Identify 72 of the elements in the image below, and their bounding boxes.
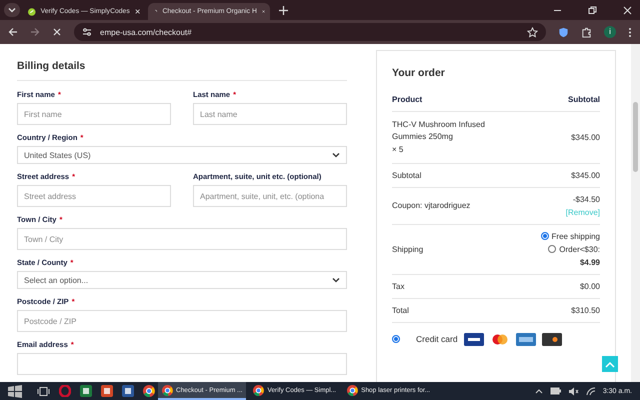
new-tab-icon[interactable]: [279, 6, 288, 14]
ring-icon[interactable]: [59, 385, 71, 397]
shipping-option: Free shipping: [552, 232, 600, 241]
product-quantity: × 5: [392, 144, 404, 156]
browser-icon: [162, 384, 173, 396]
browser-icon: [253, 384, 264, 396]
payment-method-label: Credit card: [416, 334, 458, 344]
product-name: THC-V Mushroom Infused Gummies 250mg: [392, 119, 486, 142]
scrollbar[interactable]: [631, 44, 640, 382]
restore-icon[interactable]: [588, 6, 597, 14]
section-heading: Your order: [392, 67, 446, 79]
input-field[interactable]: Town / City: [17, 228, 347, 250]
menu-icon[interactable]: [628, 26, 632, 38]
row-label: Coupon: vjtarodriguez: [392, 201, 470, 210]
dropdown-field[interactable]: United States (US): [17, 146, 347, 164]
battery-icon[interactable]: [550, 387, 561, 395]
close-icon[interactable]: [262, 8, 265, 15]
radio-button[interactable]: [392, 335, 400, 344]
amount: $345.00: [571, 170, 600, 180]
input-field[interactable]: [17, 353, 347, 375]
amount: $0.00: [580, 282, 600, 291]
chevron-up-icon[interactable]: [534, 388, 543, 394]
shield-icon[interactable]: [558, 26, 569, 38]
windows-logo-icon[interactable]: [8, 384, 22, 398]
tab-search-button[interactable]: [4, 3, 20, 17]
wifi-icon[interactable]: [586, 386, 596, 396]
input-field[interactable]: Last name: [193, 103, 347, 125]
shipping-option: Order<$30:: [559, 244, 600, 254]
payment-card-icon: [516, 332, 536, 346]
amount: $345.00: [571, 132, 600, 142]
address-bar[interactable]: empe-usa.com/checkout#: [74, 23, 546, 41]
radio-button[interactable]: [540, 232, 549, 240]
input-field[interactable]: Postcode / ZIP: [17, 310, 347, 332]
site-settings-icon[interactable]: [82, 27, 92, 37]
puzzle-icon[interactable]: [581, 26, 592, 38]
input-field[interactable]: First name: [17, 103, 171, 125]
app-icon[interactable]: [80, 385, 92, 397]
bookmark-star-icon[interactable]: [527, 26, 538, 38]
browser-icon[interactable]: [143, 385, 155, 397]
row-label: Total: [392, 306, 409, 315]
amount: $310.50: [571, 306, 600, 315]
stop-icon[interactable]: [52, 27, 62, 37]
profile-avatar[interactable]: i: [604, 26, 616, 38]
row-label: Tax: [392, 282, 404, 291]
shipping-price: $4.99: [580, 258, 600, 267]
close-icon[interactable]: [623, 6, 632, 14]
url-text: empe-usa.com/checkout#: [100, 28, 192, 36]
app-icon[interactable]: [101, 385, 113, 397]
payment-card-icon: [542, 332, 562, 346]
section-heading: Billing details: [17, 60, 86, 72]
payment-card-icon: [490, 332, 510, 346]
chevron-up-icon: [605, 360, 615, 368]
payment-card-icon: [464, 332, 484, 346]
dropdown-field[interactable]: Select an option...: [17, 271, 347, 289]
column-header: Product: [392, 95, 422, 104]
column-header: Subtotal: [568, 95, 600, 104]
app-icon[interactable]: [122, 385, 134, 397]
discount-amount: -$34.50: [572, 194, 600, 204]
close-icon[interactable]: [134, 8, 140, 15]
browser-icon: [347, 384, 358, 396]
chevron-down-icon: [332, 152, 340, 158]
radio-button[interactable]: [548, 245, 556, 254]
chevron-down-icon: [8, 6, 16, 14]
input-field[interactable]: Street address: [17, 185, 171, 207]
input-field[interactable]: Apartment, suite, unit, etc. (optiona: [193, 185, 347, 207]
back-icon[interactable]: [8, 27, 18, 37]
row-label: Subtotal: [392, 170, 422, 180]
task-view-icon[interactable]: [37, 386, 50, 396]
speaker-icon[interactable]: [568, 386, 579, 396]
chevron-down-icon: [332, 277, 340, 283]
forward-icon[interactable]: [30, 27, 40, 37]
row-label: Shipping: [392, 244, 424, 254]
